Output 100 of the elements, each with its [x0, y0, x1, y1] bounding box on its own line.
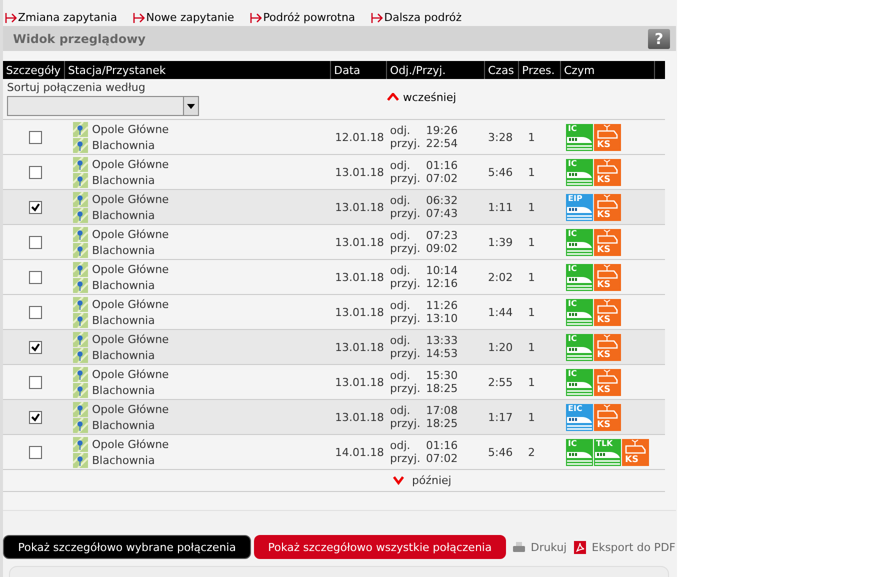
sort-dropdown[interactable] [7, 96, 199, 116]
time-cell-text: 18:25 [426, 417, 459, 430]
map-icon [73, 242, 88, 258]
time-cell-text: 17:08 [426, 404, 459, 417]
checkbox[interactable] [29, 236, 42, 248]
changes-cell-text: 1 [527, 130, 536, 144]
checkbox[interactable] [29, 340, 42, 354]
duration-cell-text: 1:44 [487, 306, 514, 318]
date-cell-text: 13.01.18 [334, 410, 385, 424]
time-cell-text: 13:10 [426, 312, 459, 325]
time-cell-text: 11:26 [426, 299, 459, 312]
date-cell-text: 13.01.18 [334, 376, 385, 388]
column-header: Stacja/Przystanek [65, 61, 331, 79]
time-label: odj. [390, 229, 412, 242]
checkbox[interactable] [29, 446, 42, 458]
checkbox[interactable] [29, 166, 42, 178]
train-badge: IC [566, 158, 593, 186]
station-name: Blachownia [92, 348, 155, 362]
nav-link[interactable]: Dalsza podróż [371, 9, 462, 26]
print-link[interactable]: Drukuj [512, 540, 567, 554]
earlier-link[interactable]: wcześniej [387, 79, 665, 119]
map-icon [73, 402, 88, 416]
changes-cell-text: 1 [527, 340, 536, 354]
time-label: przyj. [390, 347, 422, 360]
train-badge: TLK [594, 438, 621, 466]
station-name: Opole Główne [92, 298, 169, 310]
station-name: Opole Główne [92, 438, 169, 450]
station-name: Opole Główne [92, 158, 169, 170]
checkbox[interactable] [29, 200, 42, 214]
arrow-icon [5, 12, 17, 22]
checkbox[interactable] [29, 306, 42, 318]
column-header: Data [331, 61, 387, 79]
time-label: przyj. [390, 277, 422, 290]
column-header: Czym [561, 61, 655, 79]
date-cell-text: 13.01.18 [334, 166, 385, 178]
changes-cell-text: 1 [527, 306, 536, 318]
train-badge: IC [566, 228, 593, 256]
station-name: Blachownia [92, 208, 155, 222]
time-cell-text: 18:25 [426, 382, 459, 395]
station-name: Blachownia [92, 314, 155, 326]
printer-icon [512, 542, 525, 552]
train-badge: IC [566, 334, 593, 360]
time-label: odj. [390, 124, 412, 137]
station-name: Opole Główne [92, 332, 169, 346]
changes-cell-text: 2 [527, 446, 536, 458]
time-label: przyj. [390, 312, 422, 325]
time-cell-text: 07:23 [426, 229, 459, 242]
map-icon [73, 366, 88, 382]
changes-cell-text: 1 [527, 270, 536, 284]
map-icon [73, 172, 88, 188]
checkbox[interactable] [29, 376, 42, 388]
nav-link[interactable]: Podróż powrotna [250, 9, 356, 26]
map-icon [73, 436, 88, 452]
station-name: Blachownia [92, 454, 155, 466]
train-badge: KS [594, 124, 621, 150]
time-label: odj. [390, 439, 412, 452]
time-cell-text: 15:30 [426, 369, 459, 382]
station-name: Blachownia [92, 418, 155, 432]
time-cell-text: 07:02 [426, 172, 459, 185]
time-label: odj. [390, 299, 412, 312]
map-icon [73, 332, 88, 346]
checkbox[interactable] [29, 410, 42, 424]
map-icon [73, 296, 88, 312]
train-badge: KS [594, 404, 621, 430]
nav-link[interactable]: Zmiana zapytania [5, 9, 118, 26]
pdf-icon [574, 540, 586, 554]
caret-icon [187, 104, 195, 108]
duration-cell-text: 1:39 [487, 236, 514, 248]
time-label: odj. [390, 194, 412, 207]
time-label: przyj. [390, 382, 422, 395]
panel-title: Widok przeglądowy [13, 32, 146, 46]
duration-cell-text: 2:55 [487, 376, 514, 388]
station-name: Blachownia [92, 278, 155, 292]
show-selected-button[interactable]: Pokaż szczegółowo wybrane połączenia [3, 535, 251, 559]
map-icon [73, 382, 88, 398]
show-all-button[interactable]: Pokaż szczegółowo wszystkie połączenia [254, 535, 506, 559]
time-cell-text: 09:02 [426, 242, 459, 255]
checkbox[interactable] [29, 270, 42, 284]
time-label: przyj. [390, 242, 422, 255]
time-label: przyj. [390, 417, 422, 430]
pdf-export-link[interactable]: Eksport do PDF [574, 540, 676, 554]
time-label: przyj. [390, 137, 422, 150]
changes-cell-text: 1 [527, 166, 536, 178]
help-button[interactable]: ? [648, 28, 670, 48]
time-cell-text: 10:14 [426, 264, 459, 277]
time-cell-text: 06:32 [426, 194, 459, 207]
map-icon [73, 122, 88, 136]
column-header: Szczegóły [3, 61, 65, 79]
changes-cell-text: 1 [527, 236, 536, 248]
time-label: przyj. [390, 452, 422, 465]
time-cell-text: 01:16 [426, 159, 459, 172]
train-badge: IC [566, 298, 593, 326]
later-link[interactable]: później [393, 474, 452, 487]
checkbox[interactable] [29, 130, 42, 144]
time-label: przyj. [390, 207, 422, 220]
nav-link[interactable]: Nowe zapytanie [133, 9, 234, 26]
changes-cell-text: 1 [527, 410, 536, 424]
time-label: odj. [390, 334, 412, 347]
map-icon [73, 452, 88, 468]
time-cell-text: 12:16 [426, 277, 459, 290]
